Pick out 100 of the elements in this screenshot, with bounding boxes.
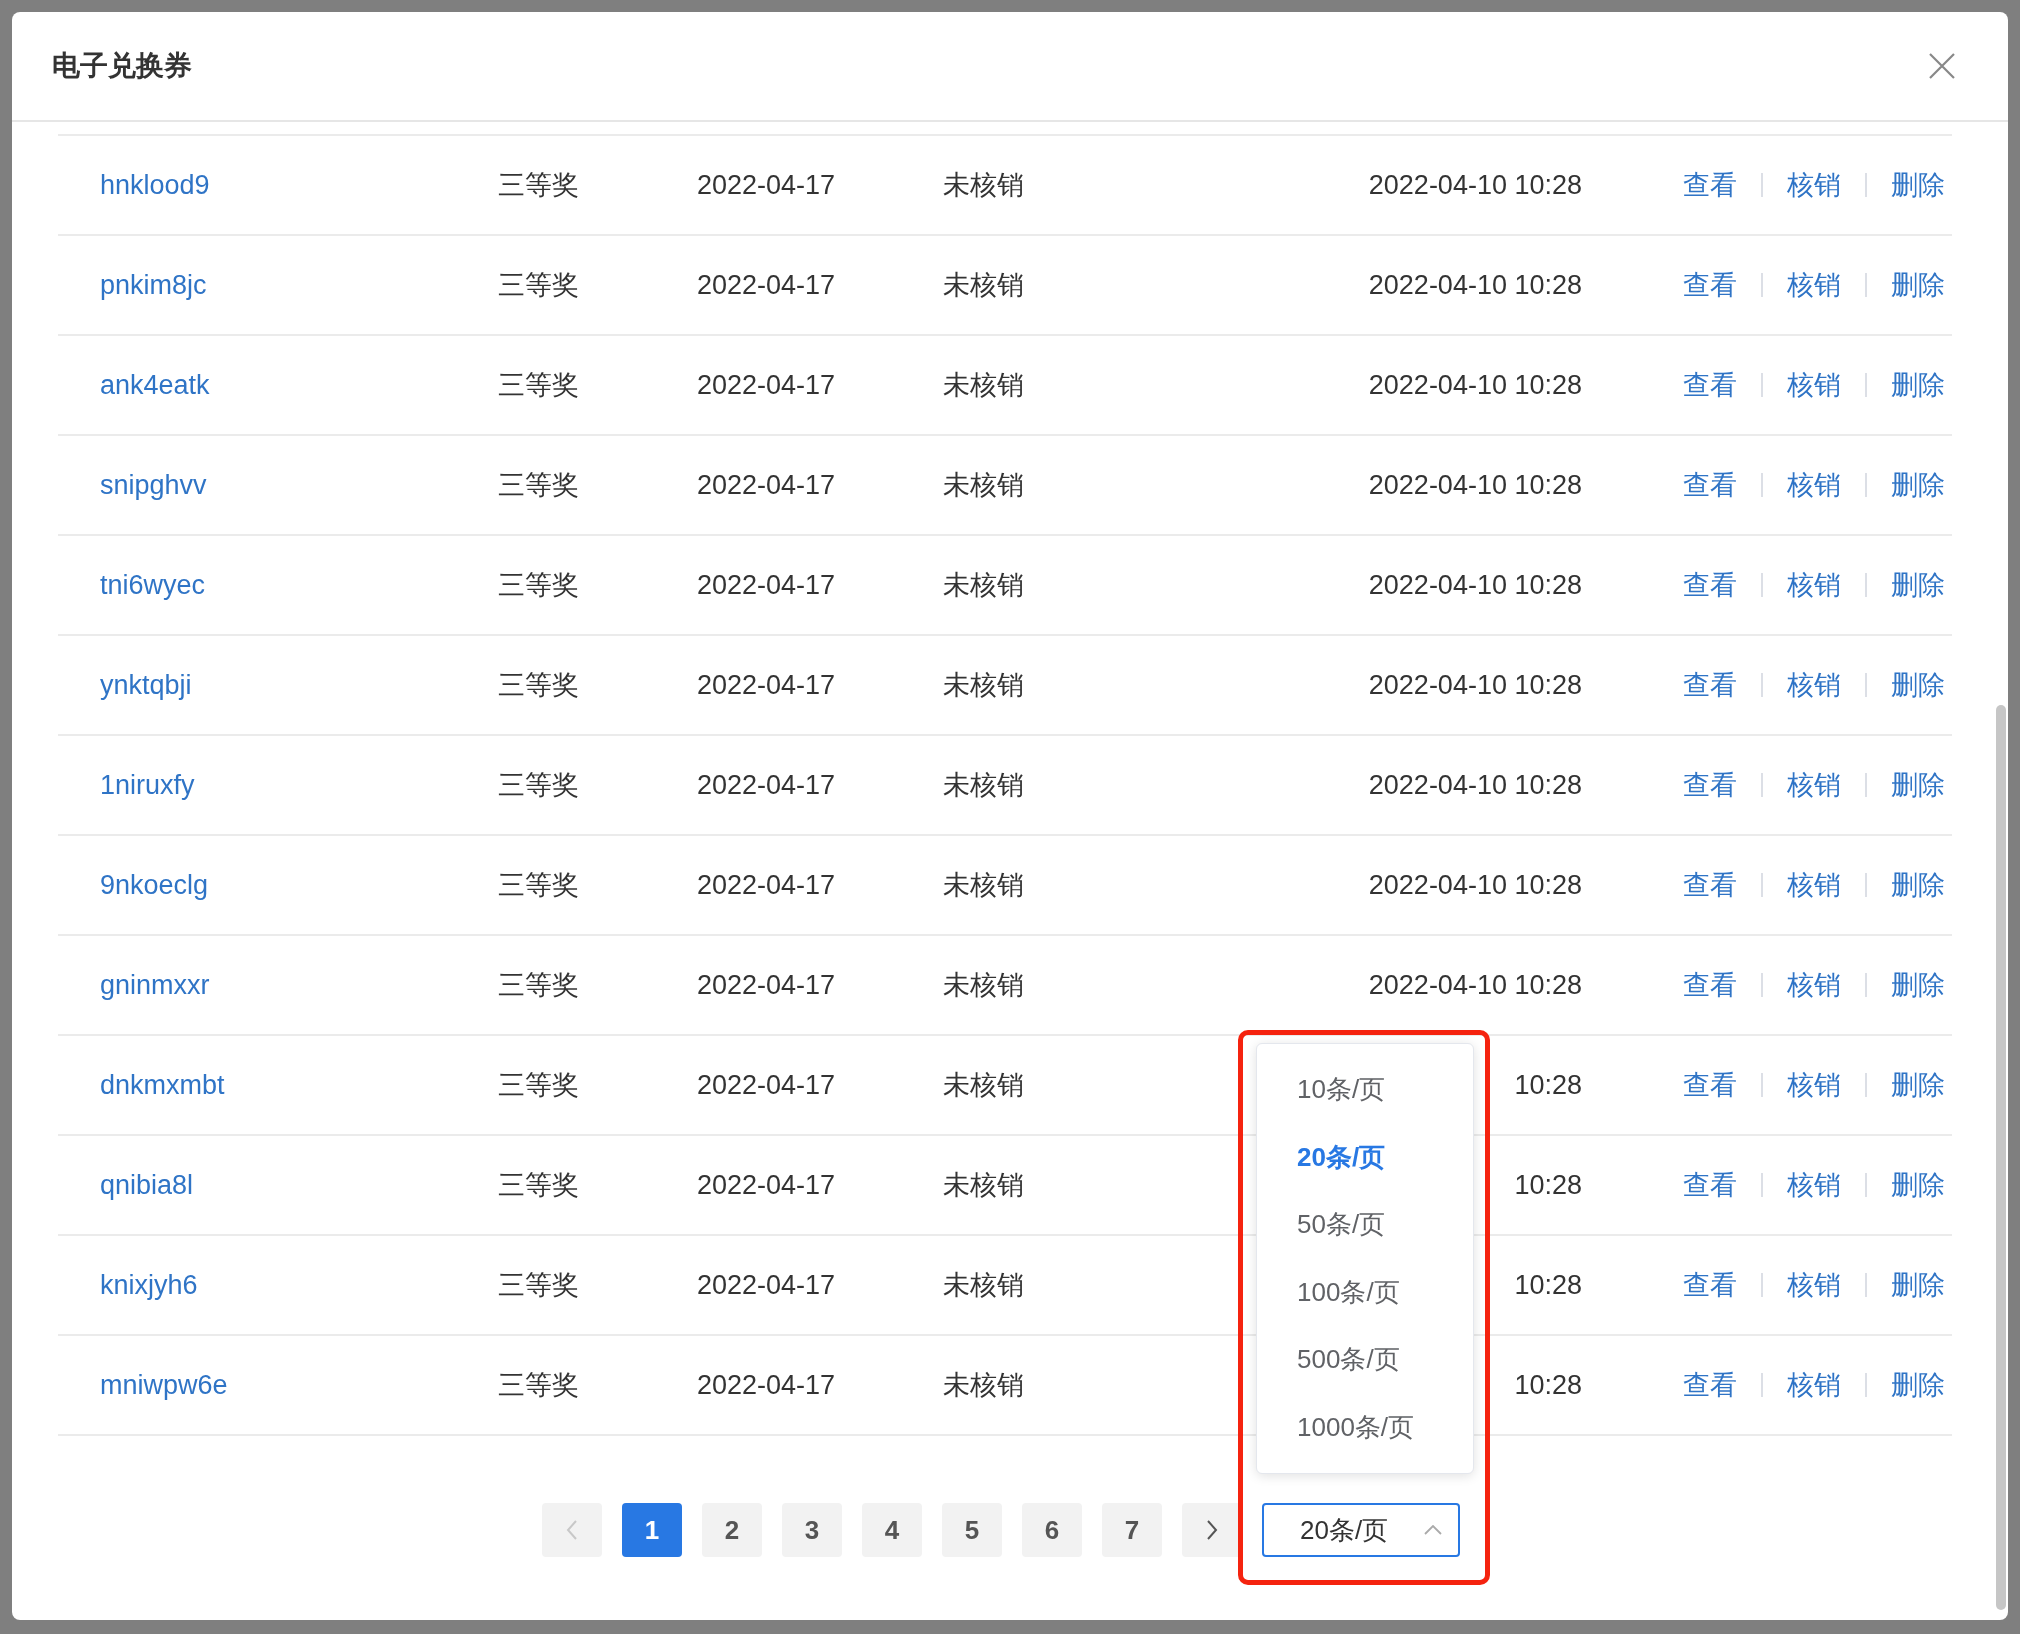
- page-size-option[interactable]: 10条/页: [1257, 1056, 1473, 1124]
- action-link[interactable]: 查看: [1683, 167, 1737, 203]
- action-link[interactable]: 查看: [1683, 1367, 1737, 1403]
- page-button[interactable]: 2: [702, 1503, 762, 1557]
- action-link[interactable]: 核销: [1787, 1367, 1841, 1403]
- status-cell-text: 未核销: [943, 569, 1024, 602]
- action-link[interactable]: 核销: [1787, 267, 1841, 303]
- action-link[interactable]: 查看: [1683, 567, 1737, 603]
- page-size-option[interactable]: 100条/页: [1257, 1258, 1473, 1326]
- action-link[interactable]: 查看: [1683, 867, 1737, 903]
- action-link[interactable]: 删除: [1891, 1367, 1945, 1403]
- voucher-code-link[interactable]: 1niruxfy: [100, 769, 195, 801]
- action-link[interactable]: 查看: [1683, 1167, 1737, 1203]
- voucher-code-link[interactable]: ynktqbji: [100, 669, 192, 701]
- scrollbar-thumb[interactable]: [1996, 705, 2006, 1610]
- action-link[interactable]: 删除: [1891, 667, 1945, 703]
- status-cell-text: 未核销: [943, 469, 1024, 502]
- voucher-code-link[interactable]: ank4eatk: [100, 369, 210, 401]
- voucher-code-link[interactable]: knixjyh6: [100, 1269, 198, 1301]
- voucher-code-link[interactable]: dnkmxmbt: [100, 1069, 225, 1101]
- page-button[interactable]: 1: [622, 1503, 682, 1557]
- voucher-code-link[interactable]: qnibia8l: [100, 1169, 194, 1201]
- voucher-code-link[interactable]: pnkim8jc: [100, 269, 207, 301]
- action-link[interactable]: 删除: [1891, 967, 1945, 1003]
- chevron-up-icon: [1424, 1525, 1442, 1535]
- action-link[interactable]: 删除: [1891, 1067, 1945, 1103]
- action-link[interactable]: 查看: [1683, 267, 1737, 303]
- action-link[interactable]: 查看: [1683, 1267, 1737, 1303]
- action-link[interactable]: 删除: [1891, 467, 1945, 503]
- action-link[interactable]: 核销: [1787, 867, 1841, 903]
- prize-cell-text: 三等奖: [498, 769, 579, 802]
- page-button[interactable]: 6: [1022, 1503, 1082, 1557]
- action-link[interactable]: 删除: [1891, 1267, 1945, 1303]
- close-button[interactable]: [1928, 52, 1956, 80]
- prize-cell-text: 三等奖: [498, 869, 579, 902]
- expiry-date-cell: 2022-04-17: [697, 1069, 836, 1101]
- action-link[interactable]: 核销: [1787, 467, 1841, 503]
- status-cell-text: 未核销: [943, 969, 1024, 1002]
- page-button[interactable]: 7: [1102, 1503, 1162, 1557]
- chevron-right-icon: [1205, 1519, 1219, 1541]
- page-button[interactable]: 3: [782, 1503, 842, 1557]
- action-link[interactable]: 核销: [1787, 1267, 1841, 1303]
- action-link[interactable]: 核销: [1787, 667, 1841, 703]
- action-link[interactable]: 查看: [1683, 967, 1737, 1003]
- prize-cell-text: 三等奖: [498, 1069, 579, 1102]
- voucher-code-link[interactable]: tni6wyec: [100, 569, 206, 601]
- action-link[interactable]: 查看: [1683, 767, 1737, 803]
- action-link[interactable]: 删除: [1891, 867, 1945, 903]
- expiry-date-cell: 2022-04-17: [697, 1269, 836, 1301]
- expiry-date-cell: 2022-04-17: [697, 469, 836, 501]
- created-time-cell: 2022-04-10 10:28: [1368, 169, 1582, 201]
- expiry-date-cell: 2022-04-17: [697, 369, 836, 401]
- page-button[interactable]: 5: [942, 1503, 1002, 1557]
- action-link[interactable]: 核销: [1787, 1167, 1841, 1203]
- voucher-code-link[interactable]: mniwpw6e: [100, 1369, 228, 1401]
- status-cell-text: 未核销: [943, 1269, 1024, 1302]
- status-cell-text: 未核销: [943, 669, 1024, 702]
- action-link[interactable]: 核销: [1787, 1067, 1841, 1103]
- prize-cell-text: 三等奖: [498, 1169, 579, 1202]
- page-button[interactable]: 4: [862, 1503, 922, 1557]
- status-cell-text: 未核销: [943, 1369, 1024, 1402]
- created-time-cell: 2022-04-10 10:28: [1368, 569, 1582, 601]
- prize-cell-text: 三等奖: [498, 569, 579, 602]
- action-link[interactable]: 核销: [1787, 967, 1841, 1003]
- action-link[interactable]: 删除: [1891, 167, 1945, 203]
- action-link[interactable]: 删除: [1891, 767, 1945, 803]
- action-link[interactable]: 核销: [1787, 567, 1841, 603]
- action-link[interactable]: 查看: [1683, 467, 1737, 503]
- prize-cell-text: 三等奖: [498, 669, 579, 702]
- status-cell-text: 未核销: [943, 269, 1024, 302]
- status-cell-text: 未核销: [943, 869, 1024, 902]
- created-time-cell: 2022-04-10 10:28: [1368, 269, 1582, 301]
- page-size-option[interactable]: 50条/页: [1257, 1191, 1473, 1259]
- expiry-date-cell: 2022-04-17: [697, 169, 836, 201]
- status-cell-text: 未核销: [943, 769, 1024, 802]
- page-size-option[interactable]: 1000条/页: [1257, 1393, 1473, 1461]
- action-link[interactable]: 核销: [1787, 167, 1841, 203]
- expiry-date-cell: 2022-04-17: [697, 669, 836, 701]
- action-link[interactable]: 核销: [1787, 767, 1841, 803]
- status-cell-text: 未核销: [943, 169, 1024, 202]
- prize-cell-text: 三等奖: [498, 969, 579, 1002]
- action-link[interactable]: 查看: [1683, 667, 1737, 703]
- voucher-code-link[interactable]: snipghvv: [100, 469, 207, 501]
- prize-cell-text: 三等奖: [498, 469, 579, 502]
- action-link[interactable]: 查看: [1683, 367, 1737, 403]
- voucher-code-link[interactable]: hnklood9: [100, 169, 210, 201]
- voucher-code-link[interactable]: gninmxxr: [100, 969, 210, 1001]
- created-time-cell: 10:28: [1514, 1369, 1582, 1401]
- created-time-cell: 2022-04-10 10:28: [1368, 469, 1582, 501]
- page-size-option[interactable]: 500条/页: [1257, 1326, 1473, 1394]
- chevron-left-icon: [565, 1519, 579, 1541]
- action-link[interactable]: 删除: [1891, 1167, 1945, 1203]
- page-size-select[interactable]: 20条/页: [1262, 1503, 1460, 1557]
- action-link[interactable]: 核销: [1787, 367, 1841, 403]
- voucher-code-link[interactable]: 9nkoeclg: [100, 869, 209, 901]
- action-link[interactable]: 删除: [1891, 567, 1945, 603]
- action-link[interactable]: 删除: [1891, 367, 1945, 403]
- action-link[interactable]: 删除: [1891, 267, 1945, 303]
- action-link[interactable]: 查看: [1683, 1067, 1737, 1103]
- page-size-option[interactable]: 20条/页: [1257, 1123, 1473, 1191]
